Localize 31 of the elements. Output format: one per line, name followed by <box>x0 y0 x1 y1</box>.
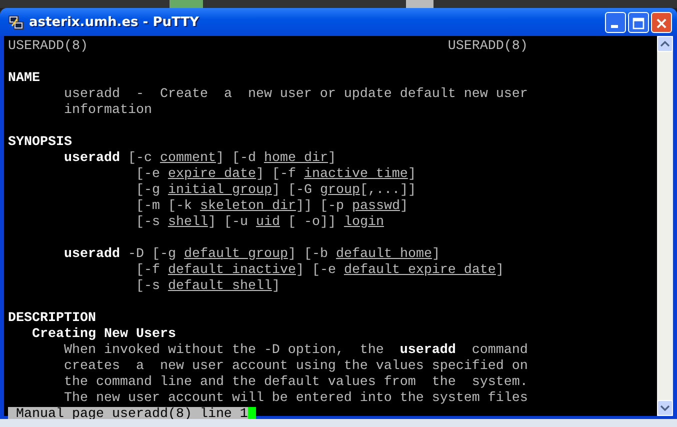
terminal-line: [-m [-k skeleton dir]] [-p passwd] <box>136 199 408 215</box>
terminal-icon <box>8 14 24 30</box>
section-heading: NAME <box>8 71 40 87</box>
terminal-line: When invoked without the -D option, the useradd command <box>64 343 528 359</box>
terminal-line: useradd - Create a new user or update default new user <box>64 87 528 103</box>
terminal-line: useradd [-c comment] [-d home dir] <box>64 151 336 167</box>
scroll-down-button[interactable] <box>657 400 673 416</box>
terminal-line: [-s default shell] <box>136 279 280 295</box>
minimize-button[interactable] <box>605 12 626 32</box>
terminal-line: [-e expire date] [-f inactive time] <box>136 167 416 183</box>
scroll-up-button[interactable] <box>657 36 673 52</box>
man-header: USERADD(8) <box>8 39 88 55</box>
terminal-line: the command line and the default values from the system. <box>64 375 528 391</box>
chevron-down-icon <box>660 405 670 411</box>
scrollbar[interactable] <box>657 36 673 416</box>
terminal-line: [-f default inactive] [-e default expire date] <box>136 263 504 279</box>
terminal-line: [-g initial group] [-G group[,...]] <box>136 183 416 199</box>
minimize-icon <box>611 24 618 28</box>
section-heading: DESCRIPTION <box>8 311 96 327</box>
terminal-line: The new user account will be entered into the system files <box>64 391 528 407</box>
subsection-heading: Creating New Users <box>32 327 176 343</box>
terminal-line: creates a new user account using the values specified on <box>64 359 528 375</box>
maximize-button[interactable] <box>628 12 649 32</box>
man-header: USERADD(8) <box>448 39 528 55</box>
terminal-line: [-s shell] [-u uid [ -o]] login <box>136 215 384 231</box>
terminal-line: information <box>64 103 152 119</box>
close-button[interactable] <box>651 12 672 32</box>
chevron-up-icon <box>660 41 670 47</box>
terminal-line: useradd -D [-g default group] [-b default home] <box>64 247 440 263</box>
section-heading: SYNOPSIS <box>8 135 72 151</box>
window-title: asterix.umh.es - PuTTY <box>29 14 200 30</box>
